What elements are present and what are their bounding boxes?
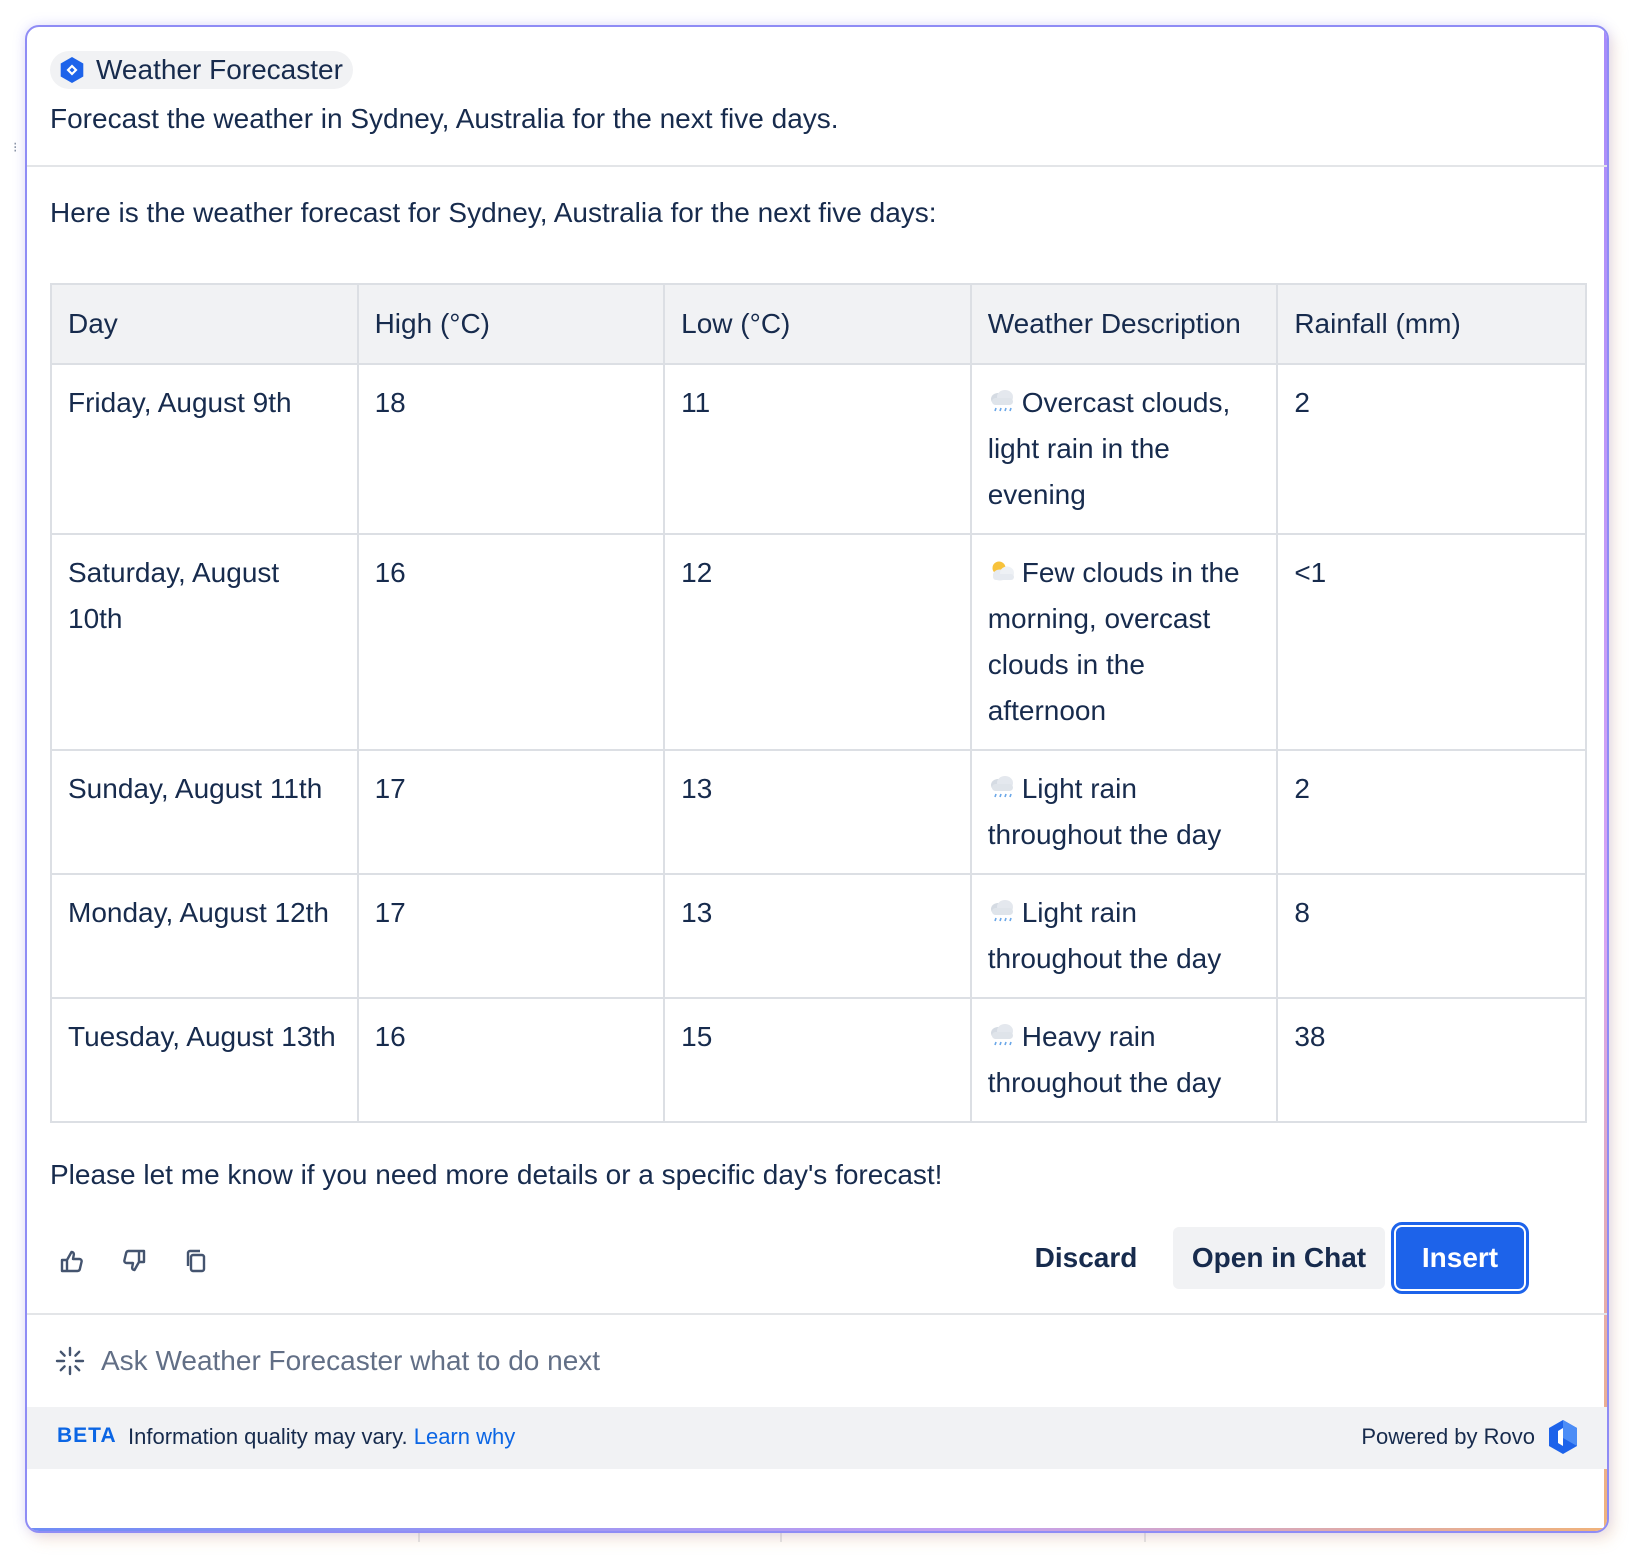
- rain-cloud-icon: [990, 900, 1013, 922]
- table-header-row: Day High (°C) Low (°C) Weather Descripti…: [50, 283, 1587, 365]
- cell-rainfall: <1: [1276, 533, 1587, 751]
- cell-day: Friday, August 9th: [50, 363, 359, 535]
- cell-description: Heavy rain throughout the day: [969, 997, 1279, 1123]
- powered-by-text: Powered by Rovo: [1361, 1424, 1535, 1449]
- table-row: Monday, August 12th 17 13 Light rain thr…: [50, 873, 1587, 999]
- cell-rainfall: 8: [1276, 873, 1587, 999]
- table-row: Tuesday, August 13th 16 15 Heavy rain th…: [50, 997, 1587, 1123]
- ask-next-row[interactable]: [55, 1341, 1001, 1381]
- cell-description-text: Heavy rain throughout the day: [987, 1021, 1222, 1098]
- cell-description-text: Few clouds in the morning, overcast clou…: [987, 557, 1240, 726]
- cell-description: Light rain throughout the day: [969, 873, 1279, 999]
- cell-description: Few clouds in the morning, overcast clou…: [969, 533, 1279, 751]
- user-prompt: Forecast the weather in Sydney, Australi…: [50, 103, 839, 134]
- cell-description-text: Overcast clouds, light rain in the eveni…: [987, 387, 1231, 510]
- sun-behind-cloud-icon: [992, 561, 1014, 581]
- table-row: Saturday, August 10th 16 12 Few clouds i…: [50, 533, 1587, 751]
- copy-button[interactable]: [174, 1239, 218, 1283]
- cell-low: 11: [663, 363, 972, 535]
- table-row: Friday, August 9th 18 11 Overcast clouds…: [50, 363, 1587, 535]
- ask-next-input[interactable]: [101, 1345, 1001, 1377]
- thumbs-up-icon: [60, 1250, 83, 1273]
- column-header-rainfall: Rainfall (mm): [1276, 283, 1587, 365]
- table-row: Sunday, August 11th 17 13 Light rain thr…: [50, 749, 1587, 875]
- cell-rainfall: 2: [1276, 363, 1587, 535]
- footer-note: Information quality may vary. Learn why: [128, 1424, 515, 1450]
- cell-high: 16: [356, 533, 666, 751]
- cell-day: Sunday, August 11th: [50, 749, 359, 875]
- cell-high: 17: [356, 873, 666, 999]
- rain-cloud-icon: [990, 776, 1013, 798]
- footer-note-text: Information quality may vary.: [128, 1424, 408, 1449]
- panel-glow-border: [27, 1528, 1607, 1531]
- sparkle-loader-icon: [55, 1346, 85, 1376]
- rain-cloud-icon: [990, 390, 1013, 412]
- cell-description: Light rain throughout the day: [969, 749, 1279, 875]
- ai-response-panel: Weather Forecaster Forecast the weather …: [25, 25, 1609, 1533]
- divider: [27, 165, 1607, 167]
- cell-high: 16: [356, 997, 666, 1123]
- footer-bar: BETA Information quality may vary. Learn…: [27, 1407, 1607, 1469]
- cell-rainfall: 38: [1276, 997, 1587, 1123]
- cell-low: 13: [663, 749, 972, 875]
- agent-name: Weather Forecaster: [96, 54, 343, 85]
- page: ⁝ Weather Forecaster Forecast the weathe…: [0, 0, 1640, 1556]
- beta-badge: BETA: [57, 1424, 117, 1447]
- divider: [27, 1313, 1607, 1315]
- thumbs-down-button[interactable]: [112, 1239, 156, 1283]
- cell-low: 12: [663, 533, 972, 751]
- cell-rainfall: 2: [1276, 749, 1587, 875]
- cell-description-text: Light rain throughout the day: [987, 897, 1222, 974]
- cell-high: 18: [356, 363, 666, 535]
- insert-button[interactable]: Insert: [1391, 1222, 1529, 1294]
- drag-handle-icon[interactable]: ⁝: [13, 140, 21, 166]
- panel-glow-border: [1604, 27, 1607, 1531]
- rain-cloud-icon: [990, 1024, 1013, 1046]
- cell-description: Overcast clouds, light rain in the eveni…: [969, 363, 1279, 535]
- response-closing: Please let me know if you need more deta…: [50, 1159, 943, 1190]
- rovo-logo-icon: [1549, 1420, 1577, 1454]
- cell-day: Tuesday, August 13th: [50, 997, 359, 1123]
- cell-low: 15: [663, 997, 972, 1123]
- column-header-description: Weather Description: [969, 283, 1279, 365]
- column-header-day: Day: [50, 283, 359, 365]
- learn-why-link[interactable]: Learn why: [414, 1424, 516, 1449]
- cell-day: Saturday, August 10th: [50, 533, 359, 751]
- cell-day: Monday, August 12th: [50, 873, 359, 999]
- copy-icon: [186, 1249, 206, 1273]
- forecast-table: Day High (°C) Low (°C) Weather Descripti…: [50, 283, 1587, 1123]
- thumbs-up-button[interactable]: [50, 1239, 94, 1283]
- column-header-high: High (°C): [356, 283, 666, 365]
- cell-description-text: Light rain throughout the day: [987, 773, 1222, 850]
- agent-chip[interactable]: Weather Forecaster: [50, 51, 353, 89]
- thumbs-down-icon: [123, 1249, 146, 1272]
- agent-hexagon-icon: [60, 57, 84, 83]
- column-header-low: Low (°C): [663, 283, 972, 365]
- cell-high: 17: [356, 749, 666, 875]
- discard-button[interactable]: Discard: [1015, 1227, 1157, 1289]
- open-in-chat-button[interactable]: Open in Chat: [1173, 1227, 1385, 1289]
- response-intro: Here is the weather forecast for Sydney,…: [50, 197, 937, 228]
- cell-low: 13: [663, 873, 972, 999]
